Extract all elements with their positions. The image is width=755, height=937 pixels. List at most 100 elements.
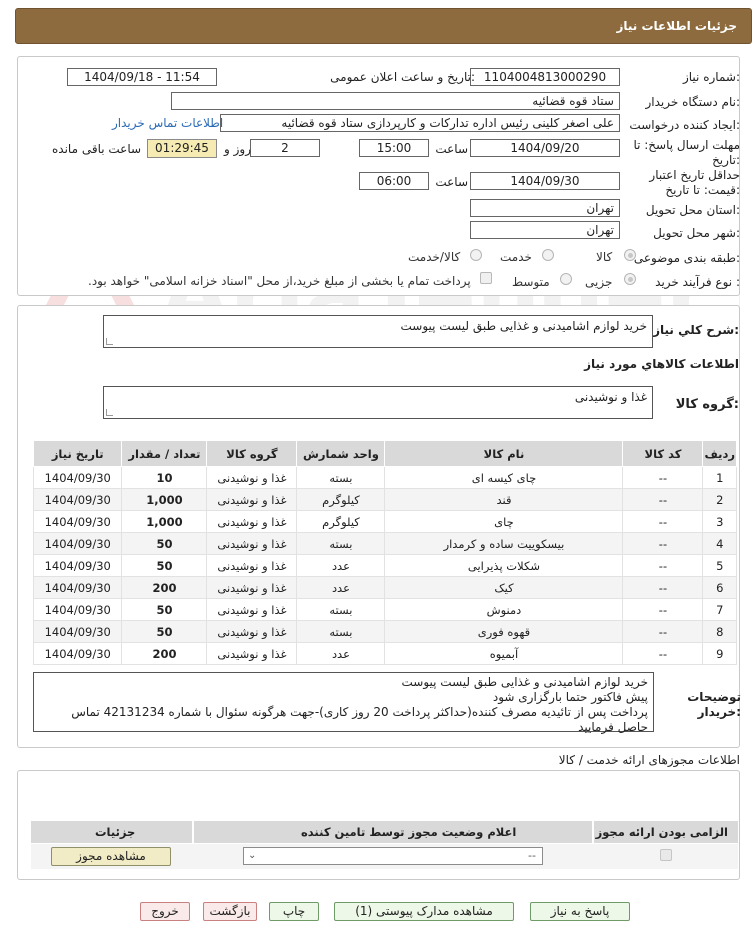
goods-table-header-row: ردیف کد کالا نام کالا واحد شمارش گروه کا… (32, 440, 737, 467)
reply-date-field: 1404/09/20 (470, 139, 620, 157)
item-code-cell: -- (622, 466, 704, 489)
table-row: 2 -- قند کیلوگرم غذا و نوشیدنی 1,000 1404/09/3… (32, 488, 737, 511)
need-date-cell: 1404/09/30 (32, 620, 123, 643)
resize-handle-icon[interactable] (106, 409, 113, 416)
row-number-cell: 2 (702, 488, 737, 511)
permits-col-details: جزئیات (95, 825, 136, 839)
need-date-cell: 1404/09/30 (32, 576, 123, 599)
summary-label: شرح کلي نياز: (653, 323, 739, 337)
category-option-goods: کالا (596, 250, 613, 264)
treasury-checkbox[interactable] (480, 272, 492, 284)
table-row: 1 -- چای کیسه ای بسته غذا و نوشیدنی 10 1404/09… (32, 466, 737, 489)
table-row: 7 -- دمنوش بسته غذا و نوشیدنی 50 1404/09/30 (32, 598, 737, 621)
row-number-cell: 6 (702, 576, 737, 599)
table-row: 9 -- آبمیوه عدد غذا و نوشیدنی 200 1404/09/30 (32, 642, 737, 665)
reply-deadline-label-2: تاریخ: (712, 153, 740, 167)
category-option-goods-service: کالا/خدمت (408, 250, 461, 264)
table-row: 3 -- چای کیلوگرم غذا و نوشیدنی 1,000 1404/09/3… (32, 510, 737, 533)
row-number-cell: 7 (702, 598, 737, 621)
goods-group-textarea: غذا و نوشیدنی (103, 386, 653, 419)
quantity-cell: 200 (121, 642, 208, 665)
attachments-button[interactable]: مشاهده مدارک پیوستی (1) (334, 902, 514, 921)
group-cell: غذا و نوشیدنی (206, 598, 298, 621)
quantity-cell: 200 (121, 576, 208, 599)
category-radio-goods[interactable] (624, 249, 636, 261)
unit-cell: بسته (296, 620, 386, 643)
need-number-field: 1104004813000290 (470, 68, 620, 86)
page-title: جزئیات اطلاعات نیاز (616, 19, 737, 33)
need-date-cell: 1404/09/30 (32, 488, 123, 511)
validity-date-field: 1404/09/30 (470, 172, 620, 190)
permits-col-status: اعلام وضعیت مجوز توسط تامین کننده (301, 825, 517, 839)
row-number-cell: 3 (702, 510, 737, 533)
unit-cell: بسته (296, 598, 386, 621)
process-option-minor: جزیی (585, 275, 613, 289)
permit-select-value: -- (528, 849, 536, 862)
row-number-cell: 8 (702, 620, 737, 643)
group-cell: غذا و نوشیدنی (206, 532, 298, 555)
min-validity-label-2: قیمت: تا تاریخ: (665, 183, 740, 197)
exit-button[interactable]: خروج (140, 902, 190, 921)
category-option-service: خدمت (500, 250, 532, 264)
item-name-cell: قند (384, 488, 624, 511)
need-date-cell: 1404/09/30 (32, 598, 123, 621)
permits-header-row: الزامی بودن ارائه مجوز اعلام وضعیت مجوز … (31, 821, 738, 843)
unit-cell: کیلوگرم (296, 510, 386, 533)
resize-handle-icon[interactable] (106, 338, 113, 345)
item-name-cell: آبمیوه (384, 642, 624, 665)
permit-status-select[interactable]: -- ⌄ (243, 847, 543, 865)
reply-button[interactable]: پاسخ به نیاز (530, 902, 630, 921)
remaining-label: ساعت باقی مانده (52, 142, 142, 156)
row-number-cell: 4 (702, 532, 737, 555)
summary-text: خرید لوازم اشامیدنی و غذایی طبق لیست پیو… (400, 319, 647, 333)
table-row: 5 -- شکلات پذیرایی عدد غذا و نوشیدنی 50 1404/0… (32, 554, 737, 577)
group-cell: غذا و نوشیدنی (206, 620, 298, 643)
goods-info-title: اطلاعات کالاهاي مورد نياز (584, 357, 739, 371)
item-code-cell: -- (622, 576, 704, 599)
item-name-cell: بیسکوییت ساده و کرمدار (384, 532, 624, 555)
unit-cell: کیلوگرم (296, 488, 386, 511)
remaining-time-box: 01:29:45 (147, 139, 217, 158)
item-name-cell: کیک (384, 576, 624, 599)
category-radio-service[interactable] (542, 249, 554, 261)
item-code-cell: -- (622, 488, 704, 511)
item-name-cell: قهوه فوری (384, 620, 624, 643)
requester-field: علی اصغر کلینی رئیس اداره تدارکات و کارپ… (220, 114, 620, 132)
days-label: روز و (224, 142, 251, 156)
permit-required-checkbox (660, 849, 672, 861)
process-radio-medium[interactable] (560, 273, 572, 285)
reply-time-field: 15:00 (359, 139, 429, 157)
buyer-field: ستاد قوه قضائیه (171, 92, 620, 110)
validity-time-label: ساعت (435, 175, 468, 189)
validity-time-field: 06:00 (359, 172, 429, 190)
requester-label: ایجاد کننده درخواست: (629, 118, 740, 132)
row-number-cell: 1 (702, 466, 737, 489)
col-row-header: ردیف (702, 440, 737, 467)
unit-cell: عدد (296, 642, 386, 665)
process-label: نوع فرآیند خرید : (655, 275, 740, 289)
item-name-cell: دمنوش (384, 598, 624, 621)
process-radio-minor[interactable] (624, 273, 636, 285)
announce-field: 1404/09/18 - 11:54 (67, 68, 217, 86)
item-name-cell: چای کیسه ای (384, 466, 624, 489)
unit-cell: بسته (296, 532, 386, 555)
reply-deadline-label-1: مهلت ارسال پاسخ: تا (633, 138, 740, 152)
min-validity-label-1: حداقل تاریخ اعتبار (649, 168, 740, 182)
need-date-cell: 1404/09/30 (32, 642, 123, 665)
chevron-down-icon: ⌄ (248, 850, 257, 861)
permits-col-required: الزامی بودن ارائه مجوز (595, 825, 728, 839)
quantity-cell: 1,000 (121, 488, 208, 511)
permits-title: اطلاعات مجوزهای ارائه خدمت / کالا (558, 753, 740, 767)
view-permit-button[interactable]: مشاهده مجوز (51, 847, 171, 866)
print-button[interactable]: چاپ (269, 902, 319, 921)
payment-note: پرداخت تمام یا بخشی از مبلغ خرید،از محل … (88, 274, 471, 288)
quantity-cell: 50 (121, 598, 208, 621)
item-code-cell: -- (622, 642, 704, 665)
item-code-cell: -- (622, 554, 704, 577)
buyer-contact-link[interactable]: اطلاعات تماس خریدار (112, 116, 223, 130)
days-field: 2 (250, 139, 320, 157)
category-radio-goods-service[interactable] (470, 249, 482, 261)
need-date-cell: 1404/09/30 (32, 532, 123, 555)
item-code-cell: -- (622, 510, 704, 533)
back-button[interactable]: بازگشت (203, 902, 257, 921)
